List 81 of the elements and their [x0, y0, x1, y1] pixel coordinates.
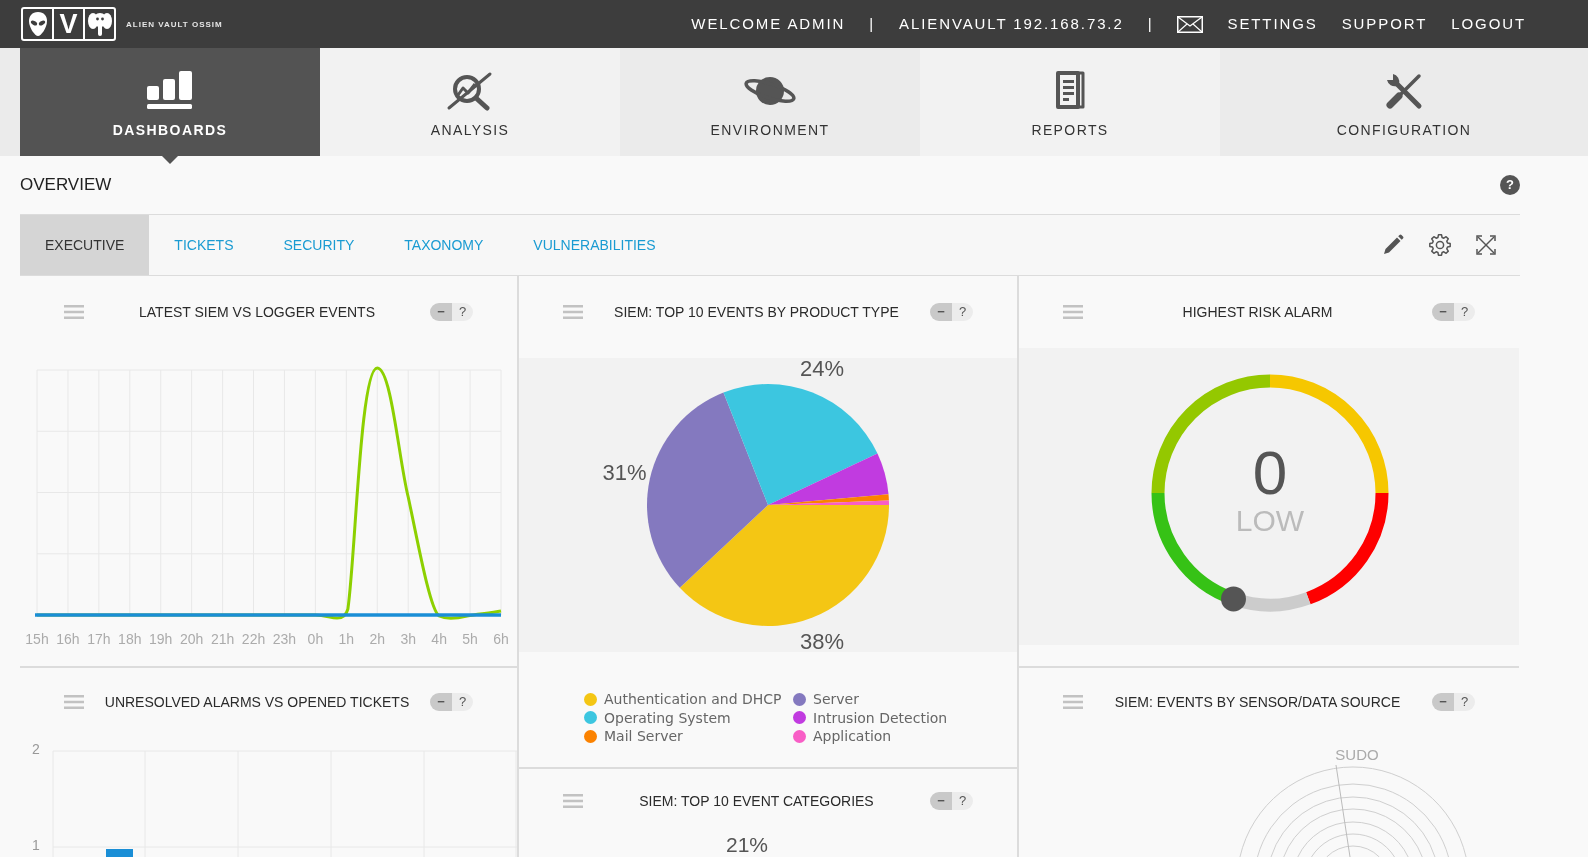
header-link[interactable]: LOGOUT [1451, 14, 1526, 34]
axis-label: 1h [338, 631, 355, 647]
help-button[interactable]: ? [1454, 693, 1475, 711]
axis-label: SUDO [1335, 745, 1379, 763]
data-label: 24% [800, 358, 845, 381]
alien-head-icon [27, 11, 48, 37]
help-button[interactable]: ? [452, 693, 473, 711]
axis-label: 17h [87, 631, 111, 647]
help-button[interactable]: ? [1454, 303, 1475, 321]
collapse-button[interactable]: − [430, 303, 452, 321]
axis-label: 20h [180, 631, 204, 647]
header-label: ALIENVAULT 192.168.73.2 [899, 14, 1124, 34]
axis-label: 4h [431, 631, 447, 647]
header-link[interactable]: SUPPORT [1341, 14, 1428, 34]
menu-icon[interactable] [1063, 305, 1083, 319]
menu-separator: | [869, 14, 876, 34]
collapse-button[interactable]: − [930, 303, 952, 321]
sub-tab[interactable]: EXECUTIVE [20, 215, 150, 275]
axis-label: 5h [462, 631, 478, 647]
document-icon [1054, 69, 1086, 111]
axis-label: 15h [25, 631, 49, 647]
nav-tab[interactable]: REPORTS [920, 48, 1220, 156]
help-button[interactable]: ? [952, 792, 973, 810]
legend-label: Intrusion Detection [813, 708, 948, 727]
legend-label: Server [813, 690, 859, 709]
header-link[interactable]: SETTINGS [1227, 14, 1318, 34]
axis-label: 23h [272, 631, 297, 647]
widget-title: SIEM: EVENTS BY SENSOR/DATA SOURCE [1113, 694, 1402, 710]
expand-icon[interactable] [1476, 235, 1496, 255]
nav-tab[interactable]: ENVIRONMENT [620, 48, 920, 156]
header-label: WELCOME ADMIN [691, 14, 846, 34]
axis-label: 22h [241, 631, 266, 647]
data-label: 31% [602, 460, 647, 486]
axis-label: 6h [493, 631, 509, 647]
collapse-button[interactable]: − [430, 693, 452, 711]
gear-icon[interactable] [1429, 234, 1451, 256]
menu-icon[interactable] [64, 695, 84, 709]
axis-label: 16h [56, 631, 80, 647]
menu-icon[interactable] [563, 305, 583, 319]
nav-tab[interactable]: CONFIGURATION [1220, 48, 1588, 156]
legend-label: Authentication and DHCP [604, 690, 782, 709]
legend-label: Mail Server [604, 727, 683, 746]
elephant-head-icon [87, 11, 112, 37]
help-button[interactable]: ? [452, 303, 473, 321]
widget-title: HIGHEST RISK ALARM [1181, 304, 1334, 320]
axis-label: 2 [32, 741, 40, 757]
collapse-button[interactable]: − [1432, 693, 1454, 711]
logo-letter: V [59, 10, 78, 38]
collapse-button[interactable]: − [930, 792, 952, 810]
legend-label: Application [813, 727, 892, 746]
menu-icon[interactable] [563, 794, 583, 808]
axis-label: 21h [210, 631, 235, 647]
legend-label: Operating System [604, 708, 731, 727]
axis-label: 2h [369, 631, 386, 647]
menu-separator: | [1147, 14, 1154, 34]
logo-wordmark: ALIEN VAULT OSSIM [126, 19, 223, 29]
widget-title: UNRESOLVED ALARMS VS OPENED TICKETS [103, 694, 411, 710]
axis-label: 19h [149, 631, 173, 647]
menu-icon[interactable] [64, 305, 84, 319]
widget-title: SIEM: TOP 10 EVENT CATEGORIES [638, 793, 875, 809]
axis-label: 1 [32, 837, 40, 853]
axis-label: 0h [307, 631, 324, 647]
data-label: 38% [800, 629, 845, 652]
nav-tab[interactable]: ANALYSIS [320, 48, 620, 156]
bar [106, 849, 133, 857]
widget-title: SIEM: TOP 10 EVENTS BY PRODUCT TYPE [613, 304, 900, 320]
axis-label: 18h [118, 631, 142, 647]
pencil-icon[interactable] [1382, 234, 1404, 256]
axis-label: 3h [400, 631, 416, 647]
collapse-button[interactable]: − [1432, 303, 1454, 321]
section-title: OVERVIEW [20, 175, 112, 195]
data-label: 21% [726, 833, 769, 857]
gauge-value: 0 [1252, 437, 1288, 507]
magnifier-chart-icon [446, 71, 494, 111]
tab-pointer-icon [162, 156, 178, 164]
bar-chart-icon [147, 71, 193, 111]
envelope-icon[interactable] [1177, 15, 1204, 33]
widget-title: LATEST SIEM VS LOGGER EVENTS [138, 304, 376, 320]
help-button[interactable]: ? [1500, 175, 1520, 195]
help-button[interactable]: ? [952, 303, 973, 321]
menu-icon[interactable] [1063, 695, 1083, 709]
